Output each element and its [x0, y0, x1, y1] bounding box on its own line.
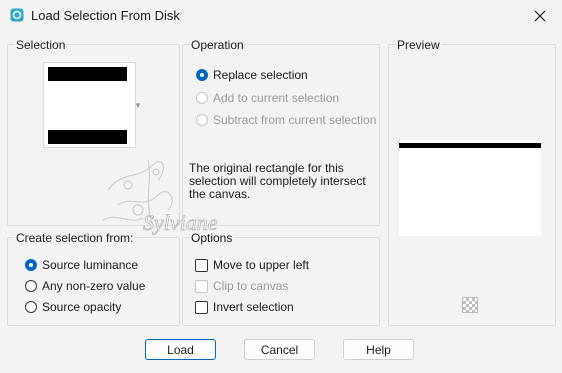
radio-indicator[interactable] [25, 301, 37, 313]
selection-group-label: Selection [15, 38, 67, 52]
preview-selection-bar [399, 143, 541, 148]
cancel-button[interactable]: Cancel [244, 339, 315, 360]
radio-replace-selection-label: Replace selection [213, 68, 308, 82]
app-icon [10, 8, 24, 22]
radio-any-non-zero-label: Any non-zero value [42, 279, 146, 293]
radio-source-luminance-label: Source luminance [42, 258, 139, 272]
transparency-checker-icon[interactable] [462, 297, 478, 313]
checkbox-indicator[interactable] [195, 258, 208, 272]
checkbox-invert-selection-label: Invert selection [213, 300, 294, 314]
thumbnail-top-bar [48, 67, 127, 81]
load-button[interactable]: Load [145, 339, 216, 360]
create-from-group-label: Create selection from: [15, 231, 135, 245]
preview-group-label: Preview [396, 38, 441, 52]
checkbox-indicator[interactable] [195, 300, 208, 314]
checkbox-clip-to-canvas-label: Clip to canvas [213, 279, 289, 293]
intersection-info-text: The original rectangle for this selectio… [189, 161, 366, 201]
checkbox-clip-to-canvas[interactable]: Clip to canvas [195, 279, 288, 293]
radio-add-to-selection[interactable]: Add to current selection [196, 91, 339, 105]
radio-source-luminance[interactable]: Source luminance [25, 258, 138, 272]
radio-indicator[interactable] [196, 114, 208, 126]
preview-canvas [399, 140, 541, 236]
radio-subtract-selection[interactable]: Subtract from current selection [196, 113, 376, 127]
operation-group-label: Operation [190, 38, 245, 52]
help-button[interactable]: Help [343, 339, 414, 360]
radio-indicator[interactable] [25, 259, 37, 271]
title-bar: Load Selection From Disk [0, 0, 562, 32]
thumbnail-dropdown-icon[interactable]: ▼ [134, 101, 142, 110]
checkbox-invert-selection[interactable]: Invert selection [195, 300, 294, 314]
radio-indicator[interactable] [25, 280, 37, 292]
options-group-label: Options [190, 231, 234, 245]
radio-subtract-selection-label: Subtract from current selection [213, 113, 377, 127]
close-icon [534, 10, 546, 22]
checkbox-move-upper-left-label: Move to upper left [213, 258, 310, 272]
radio-indicator[interactable] [196, 69, 208, 81]
selection-thumbnail[interactable] [43, 62, 136, 148]
checkbox-move-upper-left[interactable]: Move to upper left [195, 258, 309, 272]
checkbox-indicator[interactable] [195, 279, 208, 293]
window-title: Load Selection From Disk [31, 8, 180, 23]
radio-source-opacity-label: Source opacity [42, 300, 122, 314]
thumbnail-bottom-bar [48, 130, 127, 144]
close-button[interactable] [526, 3, 554, 29]
radio-any-non-zero[interactable]: Any non-zero value [25, 279, 145, 293]
radio-add-to-selection-label: Add to current selection [213, 91, 340, 105]
radio-source-opacity[interactable]: Source opacity [25, 300, 121, 314]
radio-indicator[interactable] [196, 92, 208, 104]
radio-replace-selection[interactable]: Replace selection [196, 68, 308, 82]
